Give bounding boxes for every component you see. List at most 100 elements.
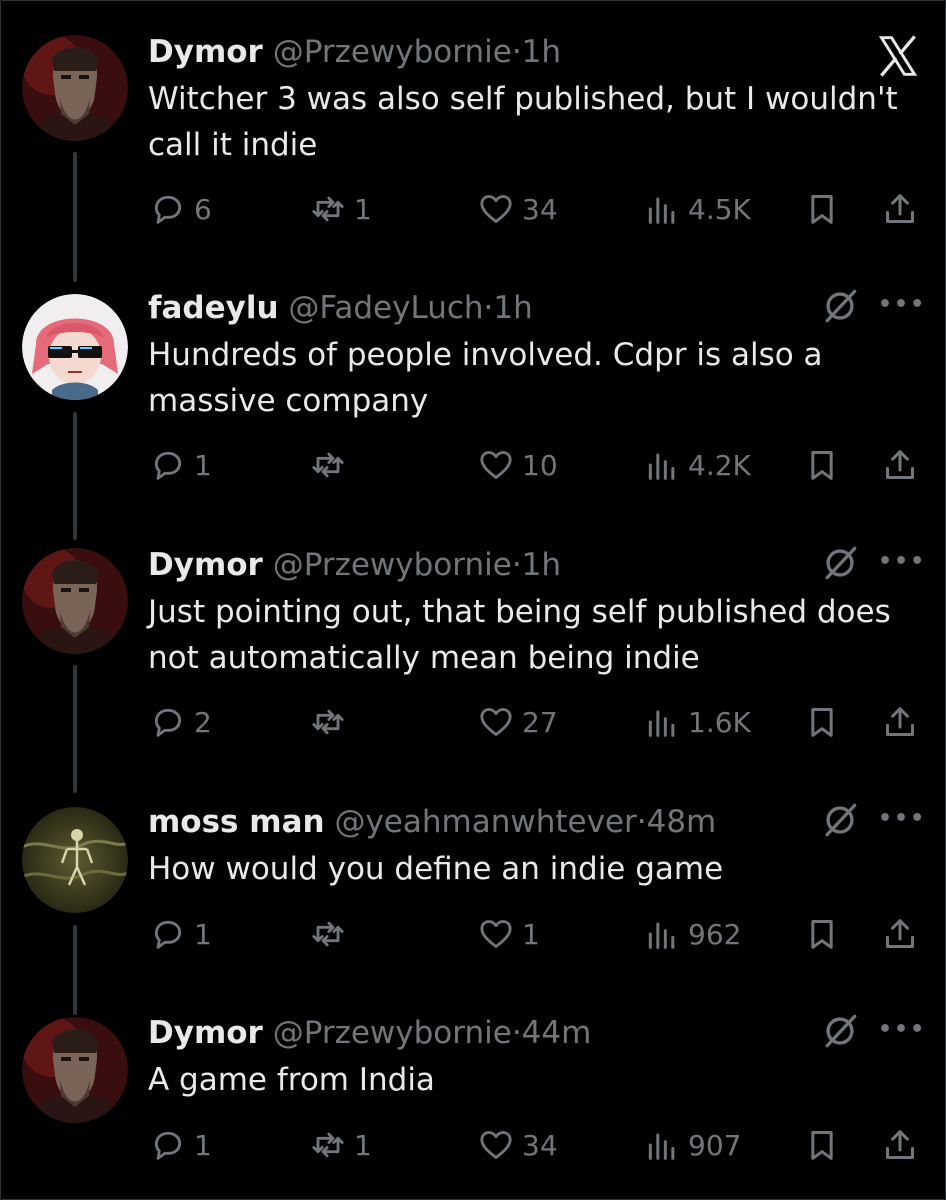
tweet-header: Dymor @Przewybornie·1h <box>148 32 561 72</box>
like-button[interactable]: 27 <box>476 700 558 744</box>
user-handle[interactable]: @Przewybornie <box>273 1015 512 1051</box>
more-options-icon[interactable]: ••• <box>878 1017 926 1042</box>
user-handle[interactable]: @yeahmanwhtever <box>334 804 636 840</box>
reply-count: 1 <box>194 917 212 951</box>
timestamp[interactable]: 1h <box>493 290 532 326</box>
views-icon <box>648 197 675 224</box>
display-name[interactable]: Dymor <box>148 34 263 70</box>
tweet-header: Dymor @Przewybornie·1h <box>148 545 561 585</box>
reply-button[interactable]: 1 <box>148 912 212 956</box>
display-name[interactable]: Dymor <box>148 1015 263 1051</box>
avatar[interactable] <box>22 35 128 141</box>
user-handle[interactable]: @FadeyLuch <box>288 290 483 326</box>
reply-count: 2 <box>194 705 212 739</box>
share-button[interactable] <box>880 443 920 487</box>
retweet-count: 1 <box>354 192 372 226</box>
tweet-header: fadeylu @FadeyLuch·1h <box>148 288 533 328</box>
views-button[interactable]: 1.6K <box>642 700 751 744</box>
like-count: 1 <box>522 917 540 951</box>
tweet-text: Just pointing out, that being self publi… <box>148 594 891 676</box>
tweet-text: A game from India <box>148 1062 435 1098</box>
like-count: 10 <box>522 448 558 482</box>
reply-button[interactable]: 6 <box>148 187 212 231</box>
like-count: 34 <box>522 1128 558 1162</box>
tweet-text: How would you define an indie game <box>148 851 724 887</box>
share-icon <box>886 1130 914 1159</box>
avatar[interactable] <box>22 294 128 400</box>
views-icon <box>648 922 675 949</box>
grok-icon[interactable] <box>818 541 862 585</box>
reply-icon <box>154 708 182 737</box>
avatar[interactable] <box>22 548 128 654</box>
views-button[interactable]: 962 <box>642 912 741 956</box>
views-button[interactable]: 907 <box>642 1123 741 1167</box>
view-count: 4.5K <box>688 192 751 226</box>
heart-icon <box>480 195 512 223</box>
like-button[interactable]: 34 <box>476 187 558 231</box>
views-icon <box>648 453 675 480</box>
share-button[interactable] <box>880 700 920 744</box>
more-options-icon[interactable]: ••• <box>878 292 926 317</box>
display-name[interactable]: moss man <box>148 804 325 840</box>
bookmark-button[interactable] <box>802 700 842 744</box>
user-handle[interactable]: @Przewybornie <box>273 34 512 70</box>
user-handle[interactable]: @Przewybornie <box>273 547 512 583</box>
views-button[interactable]: 4.2K <box>642 443 751 487</box>
share-button[interactable] <box>880 912 920 956</box>
heart-icon <box>480 451 512 479</box>
retweet-button[interactable] <box>308 912 354 956</box>
x-logo-icon[interactable] <box>876 34 920 78</box>
display-name[interactable]: Dymor <box>148 547 263 583</box>
tweet-actions: 6 1 34 4.5K <box>0 187 946 231</box>
heart-icon <box>480 920 512 948</box>
like-button[interactable]: 10 <box>476 443 558 487</box>
retweet-button[interactable] <box>308 700 354 744</box>
share-icon <box>886 707 914 736</box>
tweet-actions: 2 27 1.6K <box>0 700 946 744</box>
avatar[interactable] <box>22 807 128 913</box>
view-count: 962 <box>688 917 742 951</box>
reply-icon <box>154 1131 182 1160</box>
tweet-text: Hundreds of people involved. Cdpr is als… <box>148 337 823 419</box>
like-count: 27 <box>522 705 558 739</box>
tweet-text: Witcher 3 was also self published, but I… <box>148 81 898 163</box>
timestamp[interactable]: 1h <box>522 34 561 70</box>
reply-button[interactable]: 1 <box>148 443 212 487</box>
timestamp[interactable]: 48m <box>647 804 717 840</box>
like-button[interactable]: 34 <box>476 1123 558 1167</box>
retweet-icon <box>312 1132 344 1158</box>
grok-icon[interactable] <box>818 284 862 328</box>
tweet-header: moss man @yeahmanwhtever·48m <box>148 802 716 842</box>
display-name[interactable]: fadeylu <box>148 290 279 326</box>
more-options-icon[interactable]: ••• <box>878 806 926 831</box>
timestamp[interactable]: 44m <box>522 1015 592 1051</box>
like-button[interactable]: 1 <box>476 912 540 956</box>
grok-icon[interactable] <box>818 798 862 842</box>
timestamp[interactable]: 1h <box>522 547 561 583</box>
dot-separator: · <box>511 1015 522 1051</box>
avatar[interactable] <box>22 1017 128 1123</box>
view-count: 1.6K <box>688 705 751 739</box>
bookmark-button[interactable] <box>802 443 842 487</box>
reply-button[interactable]: 2 <box>148 700 212 744</box>
grok-icon[interactable] <box>818 1009 862 1053</box>
retweet-count: 1 <box>354 1128 372 1162</box>
bookmark-icon <box>811 708 833 737</box>
retweet-icon <box>312 921 344 947</box>
share-icon <box>886 919 914 948</box>
bookmark-button[interactable] <box>802 1123 842 1167</box>
share-button[interactable] <box>880 1123 920 1167</box>
views-button[interactable]: 4.5K <box>642 187 751 231</box>
retweet-icon <box>312 452 344 478</box>
bookmark-button[interactable] <box>802 912 842 956</box>
bookmark-button[interactable] <box>802 187 842 231</box>
retweet-button[interactable]: 1 <box>308 187 372 231</box>
reply-button[interactable]: 1 <box>148 1123 212 1167</box>
retweet-button[interactable] <box>308 443 354 487</box>
tweet-header: Dymor @Przewybornie·44m <box>148 1013 591 1053</box>
more-options-icon[interactable]: ••• <box>878 549 926 574</box>
share-icon <box>886 194 914 223</box>
retweet-button[interactable]: 1 <box>308 1123 372 1167</box>
share-button[interactable] <box>880 187 920 231</box>
retweet-icon <box>312 196 344 222</box>
